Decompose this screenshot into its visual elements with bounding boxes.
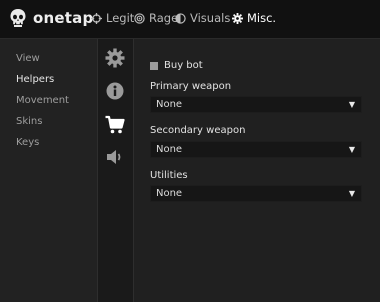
subsection-icon-bar: [98, 39, 134, 302]
secondary-weapon-label: Secondary weapon: [150, 125, 246, 136]
secondary-weapon-value: None: [156, 144, 183, 155]
tab-legit[interactable]: Legit: [91, 11, 134, 25]
sidebar-item-keys[interactable]: Keys: [16, 137, 39, 148]
sidebar-item-movement[interactable]: Movement: [16, 95, 69, 106]
dropdown-arrow-icon: ▼: [348, 99, 355, 109]
app-window: onetap Legit Rage Visuals Misc. View Hel…: [0, 0, 380, 302]
primary-weapon-select[interactable]: None ▼: [150, 96, 362, 113]
settings-panel: Buy bot Primary weapon None ▼ Secondary …: [134, 39, 380, 302]
dropdown-arrow-icon: ▼: [348, 188, 355, 198]
crosshair-icon: [91, 12, 102, 24]
buybot-toggle[interactable]: Buy bot: [150, 60, 203, 71]
gear-icon: [232, 12, 243, 24]
sidebar-item-skins[interactable]: Skins: [16, 116, 42, 127]
gear-icon[interactable]: [105, 48, 125, 68]
utilities-label: Utilities: [150, 170, 188, 181]
sidebar-item-view[interactable]: View: [16, 53, 40, 64]
app-brand: onetap: [33, 9, 94, 27]
secondary-weapon-select[interactable]: None ▼: [150, 141, 362, 158]
half-circle-icon: [175, 12, 186, 24]
utilities-select[interactable]: None ▼: [150, 185, 362, 202]
tab-visuals-label: Visuals: [190, 11, 231, 25]
sidebar-item-helpers[interactable]: Helpers: [16, 74, 54, 85]
primary-weapon-label: Primary weapon: [150, 81, 232, 92]
tab-visuals[interactable]: Visuals: [175, 11, 230, 25]
top-bar: onetap Legit Rage Visuals Misc.: [0, 0, 380, 39]
sidebar: View Helpers Movement Skins Keys: [0, 39, 98, 302]
target-icon: [134, 12, 145, 24]
tab-legit-label: Legit: [106, 11, 135, 25]
tab-misc-label: Misc.: [247, 11, 277, 25]
speaker-icon[interactable]: [105, 147, 125, 167]
utilities-value: None: [156, 188, 183, 199]
tab-rage-label: Rage: [149, 11, 179, 25]
dropdown-arrow-icon: ▼: [348, 144, 355, 154]
tab-rage[interactable]: Rage: [134, 11, 178, 25]
buybot-label: Buy bot: [164, 60, 203, 71]
buybot-checkbox[interactable]: [150, 61, 158, 70]
info-icon[interactable]: [105, 81, 125, 101]
skull-logo-icon: [10, 9, 26, 27]
tab-misc[interactable]: Misc.: [232, 11, 276, 25]
shopping-cart-icon[interactable]: [105, 115, 125, 135]
primary-weapon-value: None: [156, 99, 183, 110]
